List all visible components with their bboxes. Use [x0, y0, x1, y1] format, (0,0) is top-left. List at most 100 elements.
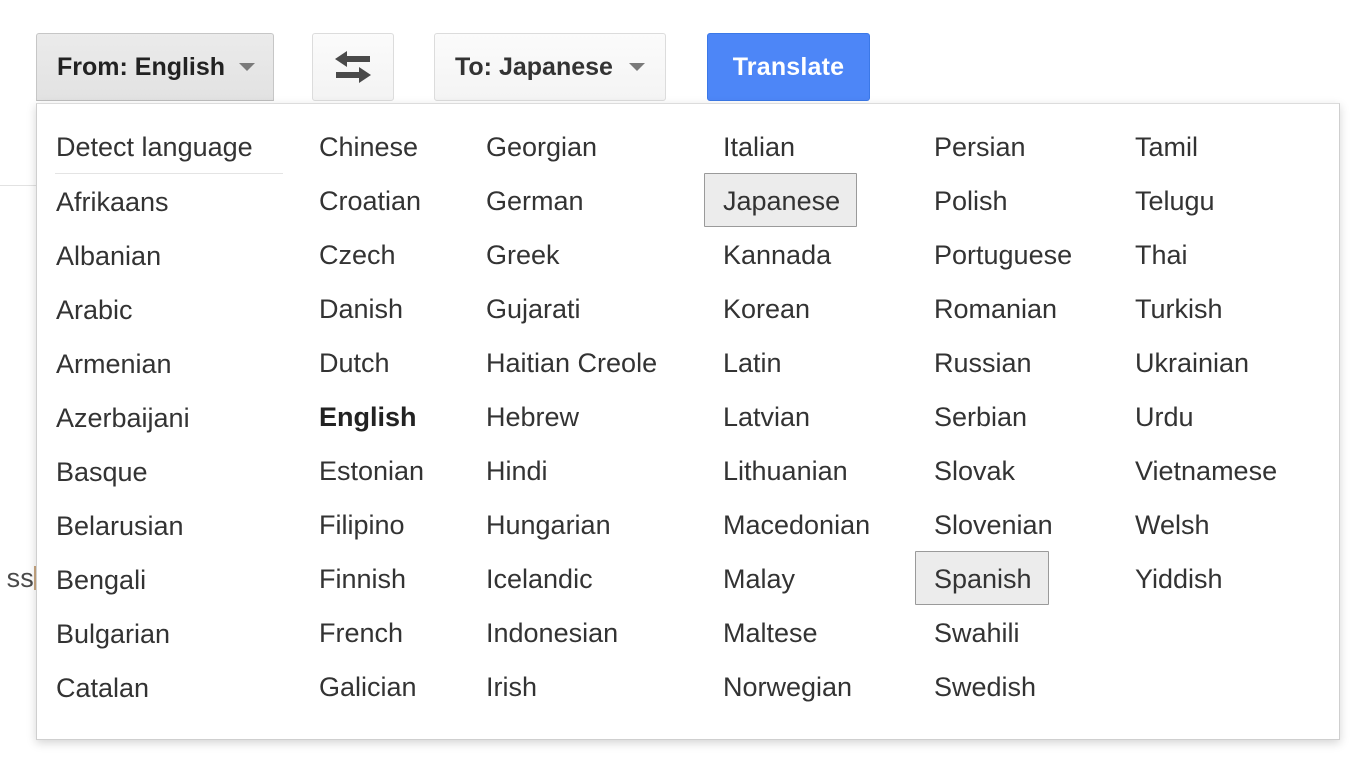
language-option-wrapper: Turkish	[1116, 281, 1326, 335]
language-option-finnish[interactable]: Finnish	[300, 551, 423, 605]
language-option-german[interactable]: German	[467, 173, 601, 227]
language-option-swahili[interactable]: Swahili	[915, 605, 1037, 659]
language-option-detect-language[interactable]: Detect language	[37, 119, 270, 173]
language-option-hebrew[interactable]: Hebrew	[467, 389, 596, 443]
language-option-haitian-creole[interactable]: Haitian Creole	[467, 335, 674, 389]
language-option-wrapper: English	[300, 389, 466, 443]
language-option-albanian[interactable]: Albanian	[37, 228, 178, 282]
language-option-korean[interactable]: Korean	[704, 281, 827, 335]
language-option-wrapper: Italian	[704, 104, 914, 173]
language-column: Georgian German Greek Gujarati Haitian Creol…	[467, 104, 703, 713]
language-option-urdu[interactable]: Urdu	[1116, 389, 1211, 443]
language-option-wrapper: Greek	[467, 227, 703, 281]
language-option-norwegian[interactable]: Norwegian	[704, 659, 869, 713]
language-option-lithuanian[interactable]: Lithuanian	[704, 443, 865, 497]
language-option-afrikaans[interactable]: Afrikaans	[37, 174, 186, 228]
language-option-arabic[interactable]: Arabic	[37, 282, 150, 336]
language-dropdown-panel: Detect language Afrikaans Albanian Arabic Ar…	[36, 103, 1340, 740]
language-option-swedish[interactable]: Swedish	[915, 659, 1053, 713]
language-option-maltese[interactable]: Maltese	[704, 605, 835, 659]
language-option-turkish[interactable]: Turkish	[1116, 281, 1240, 335]
language-option-bengali[interactable]: Bengali	[37, 552, 163, 606]
language-option-ukrainian[interactable]: Ukrainian	[1116, 335, 1266, 389]
language-option-belarusian[interactable]: Belarusian	[37, 498, 201, 552]
language-option-spanish[interactable]: Spanish	[915, 551, 1049, 605]
language-option-wrapper: Maltese	[704, 605, 914, 659]
language-option-wrapper: Romanian	[915, 281, 1115, 335]
language-column: Chinese Croatian Czech Danish Dutch English Es…	[300, 104, 466, 713]
language-option-estonian[interactable]: Estonian	[300, 443, 441, 497]
swap-languages-button[interactable]	[312, 33, 394, 101]
language-option-gujarati[interactable]: Gujarati	[467, 281, 598, 335]
translate-button[interactable]: Translate	[707, 33, 870, 101]
language-option-azerbaijani[interactable]: Azerbaijani	[37, 390, 207, 444]
language-option-persian[interactable]: Persian	[915, 119, 1043, 173]
from-language-button[interactable]: From: English	[36, 33, 274, 101]
language-option-wrapper: Azerbaijani	[37, 390, 299, 444]
language-option-danish[interactable]: Danish	[300, 281, 420, 335]
language-option-latvian[interactable]: Latvian	[704, 389, 827, 443]
language-option-icelandic[interactable]: Icelandic	[467, 551, 610, 605]
language-option-greek[interactable]: Greek	[467, 227, 577, 281]
language-option-portuguese[interactable]: Portuguese	[915, 227, 1089, 281]
language-option-serbian[interactable]: Serbian	[915, 389, 1044, 443]
language-option-latin[interactable]: Latin	[704, 335, 799, 389]
chevron-down-icon	[239, 63, 256, 71]
language-option-russian[interactable]: Russian	[915, 335, 1049, 389]
language-option-wrapper: Latin	[704, 335, 914, 389]
language-option-wrapper: Irish	[467, 659, 703, 713]
language-option-telugu[interactable]: Telugu	[1116, 173, 1232, 227]
language-option-vietnamese[interactable]: Vietnamese	[1116, 443, 1294, 497]
language-column: Detect language Afrikaans Albanian Arabic Ar…	[37, 104, 299, 714]
language-option-malay[interactable]: Malay	[704, 551, 812, 605]
language-option-french[interactable]: French	[300, 605, 420, 659]
language-option-welsh[interactable]: Welsh	[1116, 497, 1227, 551]
language-option-wrapper: Detect language	[37, 104, 299, 173]
language-option-wrapper: Czech	[300, 227, 466, 281]
language-option-dutch[interactable]: Dutch	[300, 335, 407, 389]
language-option-wrapper: Hungarian	[467, 497, 703, 551]
language-option-hungarian[interactable]: Hungarian	[467, 497, 628, 551]
language-option-czech[interactable]: Czech	[300, 227, 413, 281]
language-option-wrapper: Indonesian	[467, 605, 703, 659]
language-option-macedonian[interactable]: Macedonian	[704, 497, 887, 551]
language-option-wrapper: Armenian	[37, 336, 299, 390]
language-option-wrapper: Chinese	[300, 104, 466, 173]
language-option-wrapper: Thai	[1116, 227, 1326, 281]
language-option-polish[interactable]: Polish	[915, 173, 1025, 227]
background-divider	[0, 185, 37, 186]
language-option-galician[interactable]: Galician	[300, 659, 434, 713]
chevron-down-icon	[629, 63, 645, 71]
language-option-indonesian[interactable]: Indonesian	[467, 605, 635, 659]
language-option-english[interactable]: English	[300, 389, 434, 443]
language-option-armenian[interactable]: Armenian	[37, 336, 189, 390]
language-option-yiddish[interactable]: Yiddish	[1116, 551, 1240, 605]
language-option-hindi[interactable]: Hindi	[467, 443, 565, 497]
language-option-wrapper: Macedonian	[704, 497, 914, 551]
language-option-wrapper: Filipino	[300, 497, 466, 551]
language-option-japanese[interactable]: Japanese	[704, 173, 858, 227]
language-option-irish[interactable]: Irish	[467, 659, 554, 713]
language-option-thai[interactable]: Thai	[1116, 227, 1205, 281]
language-option-wrapper: Arabic	[37, 282, 299, 336]
language-option-georgian[interactable]: Georgian	[467, 119, 614, 173]
language-option-wrapper: Tamil	[1116, 104, 1326, 173]
language-option-catalan[interactable]: Catalan	[37, 660, 166, 714]
language-option-slovenian[interactable]: Slovenian	[915, 497, 1070, 551]
language-option-bulgarian[interactable]: Bulgarian	[37, 606, 187, 660]
language-option-wrapper: Yiddish	[1116, 551, 1326, 605]
language-option-kannada[interactable]: Kannada	[704, 227, 848, 281]
language-option-basque[interactable]: Basque	[37, 444, 165, 498]
language-option-wrapper: Swahili	[915, 605, 1115, 659]
language-option-chinese[interactable]: Chinese	[300, 119, 435, 173]
language-option-wrapper: Catalan	[37, 660, 299, 714]
language-option-filipino[interactable]: Filipino	[300, 497, 422, 551]
language-option-italian[interactable]: Italian	[704, 119, 812, 173]
language-option-slovak[interactable]: Slovak	[915, 443, 1032, 497]
language-column: Italian Japanese Kannada Korean Latin Latvian…	[704, 104, 914, 713]
to-language-button[interactable]: To: Japanese	[434, 33, 666, 101]
language-option-tamil[interactable]: Tamil	[1116, 119, 1215, 173]
language-option-wrapper: Portuguese	[915, 227, 1115, 281]
language-option-romanian[interactable]: Romanian	[915, 281, 1074, 335]
language-option-croatian[interactable]: Croatian	[300, 173, 438, 227]
